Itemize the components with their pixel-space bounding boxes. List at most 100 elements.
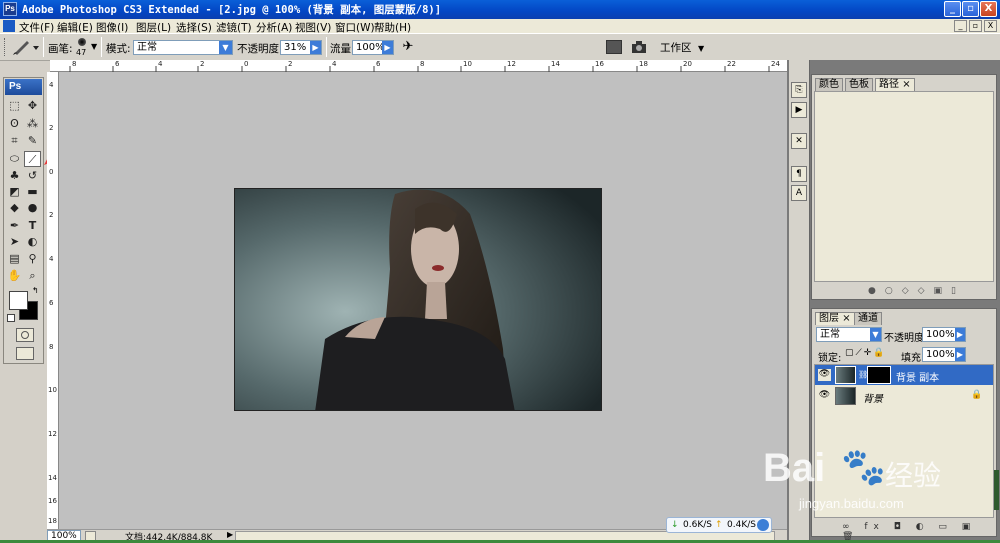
- portrait-image: [235, 189, 601, 410]
- path-selection-icon[interactable]: ➤: [6, 234, 23, 250]
- brush-size: 47: [76, 48, 87, 57]
- crop-tool-icon[interactable]: ⌗: [6, 133, 23, 149]
- close-button[interactable]: X: [980, 1, 997, 17]
- type-tool-icon[interactable]: T: [24, 218, 41, 234]
- eye-icon[interactable]: 👁: [818, 369, 831, 381]
- chevron-down-icon: ▼: [219, 41, 232, 54]
- minimize-button[interactable]: _: [944, 1, 961, 17]
- tab-channels[interactable]: 通道: [854, 312, 882, 325]
- doc-close-button[interactable]: X: [984, 20, 997, 32]
- ruler-label: 14: [551, 60, 560, 68]
- restore-button[interactable]: ▫: [962, 1, 979, 17]
- airbrush-icon[interactable]: ✈: [399, 39, 417, 56]
- layer-mask-thumbnail[interactable]: [867, 366, 891, 384]
- brush-label: 画笔:: [48, 43, 73, 55]
- layer-thumbnail: [835, 387, 856, 405]
- character-icon[interactable]: A: [791, 185, 807, 201]
- screen-mode-icon[interactable]: [16, 347, 34, 360]
- magic-wand-icon[interactable]: ⁂: [24, 116, 41, 132]
- brush-tip-icon: [78, 38, 86, 46]
- bridge-icon[interactable]: [630, 39, 650, 55]
- swap-colors-icon[interactable]: ↰: [32, 286, 39, 295]
- workspace-menu[interactable]: 工作区 ▼: [660, 40, 706, 54]
- document-icon[interactable]: [3, 20, 15, 32]
- move-tool-icon[interactable]: ✥: [24, 98, 41, 114]
- ruler-label: 18: [639, 60, 648, 68]
- tab-swatches[interactable]: 色板: [845, 78, 873, 91]
- tab-color[interactable]: 颜色: [815, 78, 843, 91]
- ruler-label: 14: [48, 474, 57, 482]
- opacity-input[interactable]: 31% ▶: [280, 40, 322, 55]
- healing-brush-icon[interactable]: ⬭: [6, 151, 23, 167]
- watermark-brand: Bai: [763, 446, 826, 490]
- layers-footer-icons[interactable]: ∞ fx ◘ ◐ ▭ ▣ 🗑: [842, 522, 992, 542]
- pen-tool-icon[interactable]: ✒: [6, 218, 23, 234]
- quick-mask-icon[interactable]: [16, 328, 34, 342]
- marquee-tool-icon[interactable]: ⬚: [6, 98, 23, 114]
- ruler-label: 10: [48, 386, 57, 394]
- lasso-tool-icon[interactable]: ʘ: [6, 116, 23, 132]
- tab-paths[interactable]: 路径 ×: [875, 78, 915, 91]
- doc-restore-button[interactable]: ▫: [969, 20, 982, 32]
- clone-stamp-icon[interactable]: ♣: [6, 168, 23, 184]
- lock-icons[interactable]: ▢⟋✛🔒: [845, 348, 887, 358]
- layer-row[interactable]: 👁 背景 🔒: [815, 386, 993, 406]
- doc-minimize-button[interactable]: _: [954, 20, 967, 32]
- brush-picker[interactable]: 47 ▼: [73, 36, 97, 59]
- mode-select[interactable]: 正常 ▼: [133, 40, 233, 55]
- eraser-tool-icon[interactable]: ◩: [6, 184, 23, 200]
- history-brush-icon[interactable]: ↺: [24, 168, 41, 184]
- status-menu-arrow-icon[interactable]: ▶: [227, 530, 233, 539]
- blend-mode-select[interactable]: 正常 ▼: [816, 327, 882, 342]
- slice-tool-icon[interactable]: ✎: [24, 133, 41, 149]
- blend-mode-value: 正常: [820, 329, 840, 340]
- workspace-label: 工作区: [660, 42, 692, 54]
- tab-layers[interactable]: 图层 ×: [815, 312, 855, 325]
- shape-tool-icon[interactable]: ◐: [24, 234, 41, 250]
- fill-input[interactable]: 100% ▶: [922, 347, 966, 362]
- blur-tool-icon[interactable]: ◆: [6, 200, 23, 216]
- notes-tool-icon[interactable]: ▤: [6, 251, 23, 267]
- ruler-label: 16: [595, 60, 604, 68]
- flow-input[interactable]: 100% ▶: [352, 40, 394, 55]
- menu-bar: 文件(F) 编辑(E) 图像(I) 图层(L) 选择(S) 滤镜(T) 分析(A…: [0, 19, 1000, 34]
- zoom-tool-icon[interactable]: ⌕: [24, 268, 41, 284]
- ruler-label: 10: [463, 60, 472, 68]
- history-icon[interactable]: ⎘: [791, 82, 807, 98]
- chevron-down-icon: ▼: [870, 328, 881, 341]
- palette-well-icon[interactable]: [606, 40, 622, 54]
- separator: [43, 37, 44, 57]
- ruler-label: 8: [420, 60, 425, 68]
- ie-icon[interactable]: [757, 519, 769, 531]
- paths-panel: 颜色 色板 路径 × ●○◇◇▣▯: [811, 74, 997, 300]
- paragraph-icon[interactable]: ¶: [791, 166, 807, 182]
- ruler-label: 6: [49, 299, 54, 307]
- layer-opacity-input[interactable]: 100% ▶: [922, 327, 966, 342]
- layer-opacity-label: 不透明度:: [884, 333, 928, 344]
- gradient-tool-icon[interactable]: ▬: [24, 184, 41, 200]
- eyedropper-icon[interactable]: ⚲: [24, 251, 41, 267]
- brush-tool-icon[interactable]: ⟋: [24, 151, 41, 167]
- document-image[interactable]: [234, 188, 602, 411]
- fill-label: 填充:: [901, 353, 925, 364]
- foreground-color-swatch[interactable]: [9, 291, 28, 310]
- dropdown-arrow-icon: ▼: [91, 42, 98, 51]
- close-icon[interactable]: ×: [842, 313, 850, 324]
- tool-preset-picker[interactable]: [11, 37, 41, 57]
- paths-footer-icons[interactable]: ●○◇◇▣▯: [868, 286, 988, 298]
- watermark-brand-2: 经验: [885, 460, 942, 491]
- hand-tool-icon[interactable]: ✋: [6, 268, 23, 284]
- ruler-label: 24: [771, 60, 780, 68]
- close-icon[interactable]: ×: [902, 79, 910, 90]
- ruler-label: 8: [72, 60, 77, 68]
- actions-icon[interactable]: ▶: [791, 102, 807, 118]
- layer-row[interactable]: 👁 ⛓ 背景 副本: [815, 365, 993, 385]
- paths-list[interactable]: [814, 91, 994, 282]
- eye-icon[interactable]: 👁: [818, 390, 831, 402]
- grip-handle[interactable]: [4, 38, 7, 56]
- dodge-tool-icon[interactable]: ●: [24, 200, 41, 216]
- default-colors-icon[interactable]: [7, 314, 15, 322]
- flow-label: 流量:: [330, 43, 355, 55]
- tool-presets-icon[interactable]: ✕: [791, 133, 807, 149]
- ruler-label: 2: [288, 60, 293, 68]
